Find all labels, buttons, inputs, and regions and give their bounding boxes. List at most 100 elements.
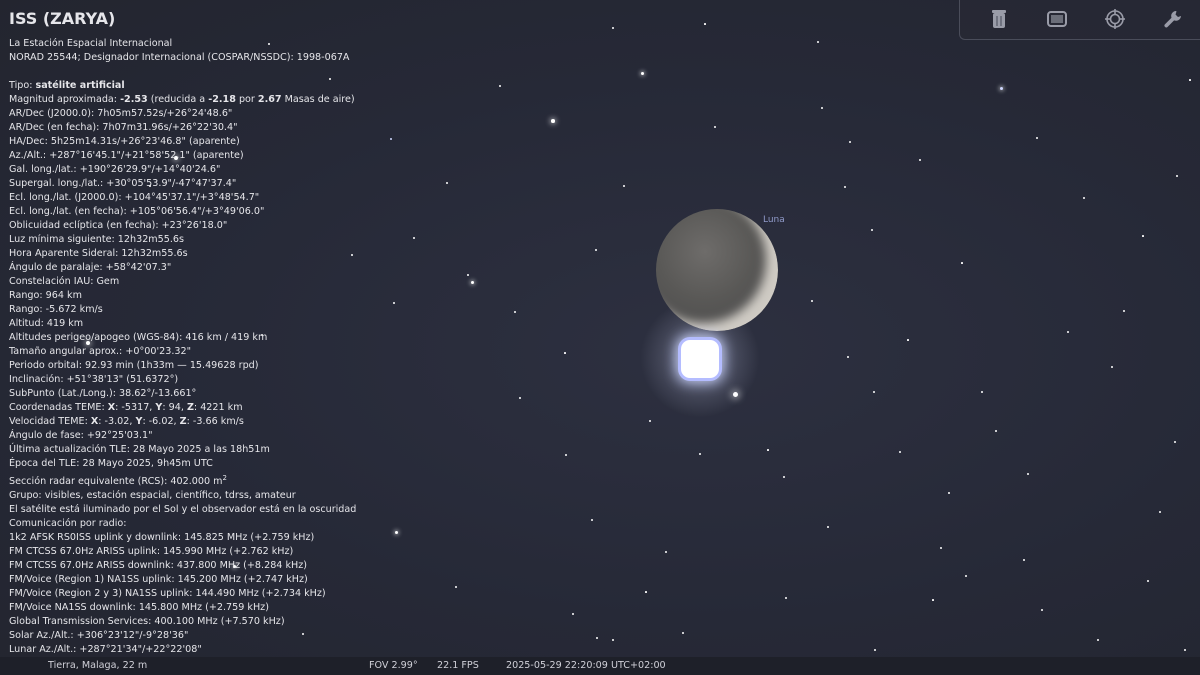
status-bar: Tierra, Malaga, 22 m FOV 2.99° 22.1 FPS …	[0, 657, 1200, 675]
star	[611, 638, 615, 642]
info-rows-c: Grupo: visibles, estación espacial, cien…	[9, 489, 356, 657]
teme-x: : -5317,	[115, 402, 156, 413]
star	[844, 186, 846, 188]
star	[714, 126, 716, 128]
magnitude-por: por	[235, 94, 258, 105]
info-line: Supergal. long./lat.: +30°05'53.9"/-47°4…	[9, 178, 237, 189]
star	[1123, 310, 1125, 312]
star	[551, 119, 555, 123]
star	[849, 141, 851, 143]
star	[783, 476, 785, 478]
star	[767, 449, 769, 451]
teme-vx: : -3.02,	[98, 416, 136, 427]
info-line: FM/Voice NA1SS downlink: 145.800 MHz (+2…	[9, 602, 269, 614]
star	[499, 85, 501, 87]
star	[591, 519, 593, 521]
star	[393, 302, 395, 304]
teme-vel-label: Velocidad TEME:	[9, 416, 91, 427]
star	[1184, 649, 1186, 651]
star	[871, 229, 873, 231]
info-line: Solar Az./Alt.: +306°23'12"/-9°28'36"	[9, 630, 189, 642]
star	[699, 453, 701, 455]
magnitude-airmass: 2.67	[257, 94, 282, 105]
star	[961, 262, 963, 264]
type-label: Tipo:	[9, 80, 36, 91]
info-line: Lunar Az./Alt.: +287°21'34"/+22°22'08"	[9, 644, 202, 656]
star	[932, 599, 934, 601]
info-line: Tamaño angular aprox.: +0°00'23.32"	[9, 346, 191, 357]
star	[394, 530, 398, 534]
star	[1174, 441, 1176, 443]
info-line: Global Transmission Services: 400.100 MH…	[9, 616, 285, 628]
teme-z-label: Z	[186, 402, 194, 413]
magnitude-label: Magnitud aproximada:	[9, 94, 121, 105]
star	[595, 636, 599, 640]
moon-label: Luna	[763, 215, 785, 225]
magnitude-mid: (reducida a	[147, 94, 209, 105]
moon[interactable]	[656, 209, 778, 331]
info-line: Gal. long./lat.: +190°26'29.9"/+14°40'24…	[9, 164, 221, 175]
star	[413, 237, 415, 239]
info-line: Hora Aparente Sideral: 12h32m55.6s	[9, 248, 188, 259]
info-line: Ecl. long./lat. (en fecha): +105°06'56.4…	[9, 206, 265, 217]
magnitude-value: -2.53	[120, 94, 148, 105]
trash-icon[interactable]	[987, 7, 1011, 31]
star	[1036, 137, 1038, 139]
wrench-icon[interactable]	[1161, 7, 1185, 31]
info-line: Rango: -5.672 km/s	[9, 304, 103, 315]
star	[821, 107, 823, 109]
star	[1027, 473, 1029, 475]
info-line: FM/Voice (Region 1) NA1SS uplink: 145.20…	[9, 574, 308, 586]
star	[446, 182, 448, 184]
star	[965, 575, 967, 577]
star	[645, 591, 647, 593]
star	[1083, 197, 1085, 199]
info-line: FM/Voice (Region 2 y 3) NA1SS uplink: 14…	[9, 588, 326, 600]
star	[948, 492, 950, 494]
star	[995, 430, 997, 432]
star	[874, 649, 876, 651]
star	[623, 185, 625, 187]
teme-vy: : -6.02,	[142, 416, 180, 427]
info-line: 1k2 AFSK RS0ISS uplink y downlink: 145.8…	[9, 532, 315, 544]
info-rows-b: Ángulo de fase: +92°25'03.1" Última actua…	[9, 429, 356, 471]
teme-vz-label: Z	[179, 416, 187, 427]
star	[682, 632, 684, 634]
info-teme-velocity: Velocidad TEME: X: -3.02, Y: -6.02, Z: -…	[9, 415, 356, 429]
target-icon[interactable]	[1103, 7, 1127, 31]
info-line: SubPunto (Lat./Long.): 38.62°/-13.661°	[9, 388, 197, 399]
info-line: Comunicación por radio:	[9, 518, 127, 530]
star	[649, 420, 651, 422]
magnitude-suffix: Masas de aire)	[281, 94, 355, 105]
star	[1142, 235, 1144, 237]
info-line: Luz mínima siguiente: 12h32m55.6s	[9, 234, 185, 245]
teme-y: : 94,	[162, 402, 187, 413]
object-title: ISS (ZARYA)	[9, 9, 116, 28]
star	[1041, 609, 1043, 611]
star	[811, 300, 813, 302]
star	[704, 23, 706, 25]
info-line: La Estación Espacial Internacional	[9, 38, 173, 49]
info-line: HA/Dec: 5h25m14.31s/+26°23'46.8" (aparen…	[9, 136, 240, 147]
screen-icon[interactable]	[1045, 7, 1069, 31]
iss-marker[interactable]	[681, 340, 719, 378]
object-info-panel: ISS (ZARYA) La Estación Espacial Interna…	[9, 9, 356, 657]
top-right-toolbar	[959, 0, 1200, 40]
info-line: Altitudes perigeo/apogeo (WGS-84): 416 k…	[9, 332, 268, 343]
star	[519, 397, 521, 399]
teme-z: : 4221 km	[193, 402, 243, 413]
star	[1189, 79, 1191, 81]
star	[466, 273, 470, 277]
info-line: Ecl. long./lat. (J2000.0): +104°45'37.1"…	[9, 192, 260, 203]
fps-status: 22.1 FPS	[437, 660, 479, 671]
info-line: Az./Alt.: +287°16'45.1"/+21°58'52.1" (ap…	[9, 150, 244, 161]
datetime-status[interactable]: 2025-05-29 22:20:09 UTC+02:00	[506, 657, 666, 675]
star	[847, 356, 849, 358]
info-line: NORAD 25544; Designador Internacional (C…	[9, 52, 350, 63]
star	[1023, 559, 1025, 561]
info-line: El satélite está iluminado por el Sol y …	[9, 504, 357, 516]
location-status[interactable]: Tierra, Malaga, 22 m	[48, 657, 147, 675]
star	[907, 339, 909, 341]
info-line: Ángulo de paralaje: +58°42'07.3"	[9, 262, 172, 273]
star	[939, 546, 943, 550]
